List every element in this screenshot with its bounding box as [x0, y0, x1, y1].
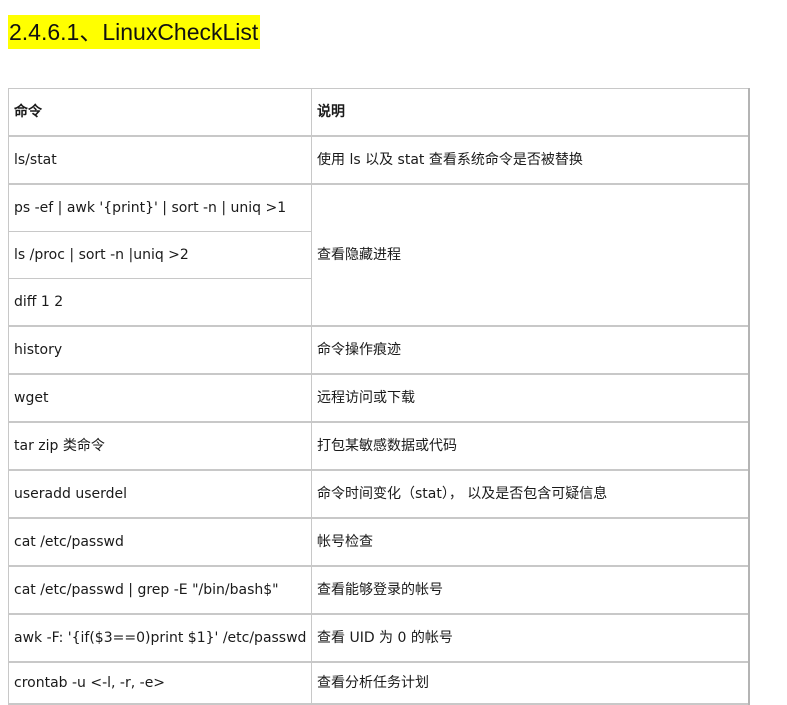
description-cell: 使用 ls 以及 stat 查看系统命令是否被替换: [311, 135, 750, 185]
command-cell: awk -F: '{if($3==0)print $1}' /etc/passw…: [8, 613, 312, 663]
table-row: useradd userdel 命令时间变化（stat）， 以及是否包含可疑信息: [8, 469, 750, 519]
table-row: awk -F: '{if($3==0)print $1}' /etc/passw…: [8, 613, 750, 663]
description-cell: 帐号检查: [311, 517, 750, 567]
description-cell: 查看分析任务计划: [311, 661, 750, 705]
column-header-command: 命令: [8, 88, 312, 137]
command-cell: diff 1 2: [8, 278, 312, 327]
command-cell: crontab -u <-l, -r, -e>: [8, 661, 312, 705]
table-header-row: 命令 说明: [8, 88, 750, 137]
description-cell: 查看 UID 为 0 的帐号: [311, 613, 750, 663]
command-cell: cat /etc/passwd | grep -E "/bin/bash$": [8, 565, 312, 615]
command-cell: ls/stat: [8, 135, 312, 185]
table-row: cat /etc/passwd | grep -E "/bin/bash$" 查…: [8, 565, 750, 615]
command-cell: ps -ef | awk '{print}' | sort -n | uniq …: [8, 183, 312, 232]
command-cell: cat /etc/passwd: [8, 517, 312, 567]
table-row: ls/stat 使用 ls 以及 stat 查看系统命令是否被替换: [8, 135, 750, 185]
command-cell: tar zip 类命令: [8, 421, 312, 471]
description-cell: 命令操作痕迹: [311, 325, 750, 375]
command-cell: ls /proc | sort -n |uniq >2: [8, 231, 312, 279]
table-row: wget 远程访问或下载: [8, 373, 750, 423]
table-row: tar zip 类命令 打包某敏感数据或代码: [8, 421, 750, 471]
linux-checklist-table: 命令 说明 ls/stat 使用 ls 以及 stat 查看系统命令是否被替换 …: [8, 88, 750, 705]
command-cell: wget: [8, 373, 312, 423]
description-cell: 远程访问或下载: [311, 373, 750, 423]
description-cell: 查看隐藏进程: [311, 183, 750, 327]
table-row: ps -ef | awk '{print}' | sort -n | uniq …: [8, 183, 750, 327]
section-heading: 2.4.6.1、LinuxCheckList: [8, 15, 261, 49]
table-row: crontab -u <-l, -r, -e> 查看分析任务计划: [8, 661, 750, 705]
description-cell: 命令时间变化（stat）， 以及是否包含可疑信息: [311, 469, 750, 519]
table-row: cat /etc/passwd 帐号检查: [8, 517, 750, 567]
command-cell: history: [8, 325, 312, 375]
column-header-description: 说明: [311, 88, 750, 137]
table-row: history 命令操作痕迹: [8, 325, 750, 375]
command-cell: useradd userdel: [8, 469, 312, 519]
description-cell: 查看能够登录的帐号: [311, 565, 750, 615]
description-cell: 打包某敏感数据或代码: [311, 421, 750, 471]
